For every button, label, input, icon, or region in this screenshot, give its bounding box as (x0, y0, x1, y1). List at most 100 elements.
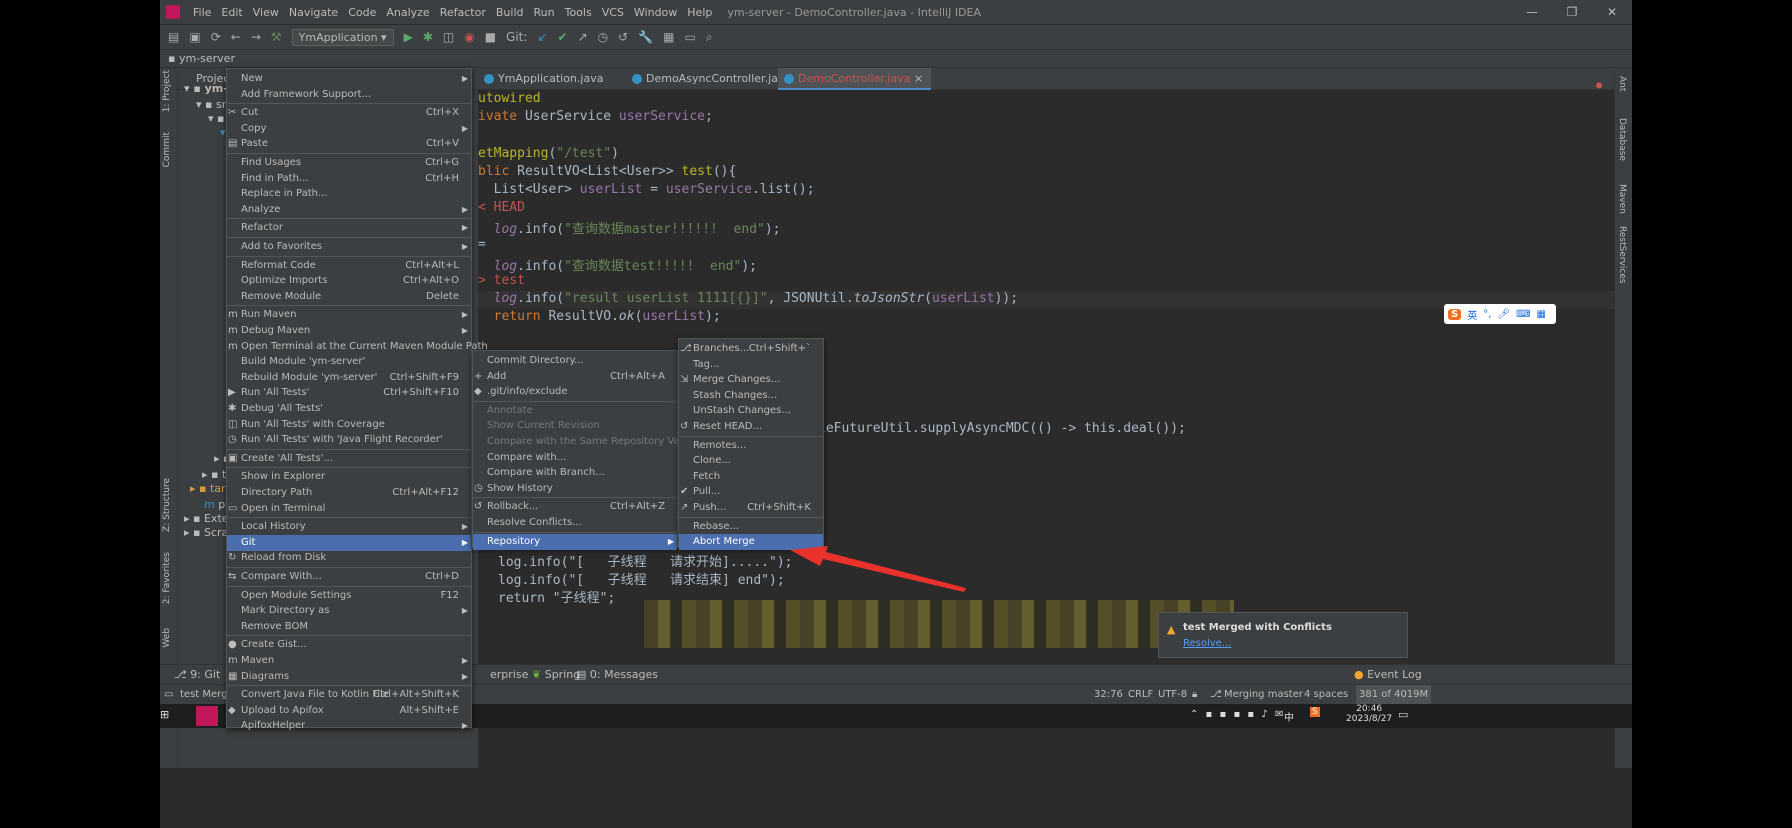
menu-item-debug-maven[interactable]: m Debug Maven ▶ (227, 323, 471, 339)
menu-item-reload-from-disk[interactable]: ↻ Reload from Disk (227, 550, 471, 566)
menu-file[interactable]: File (188, 6, 216, 19)
menu-item-run-all-tests[interactable]: ▶ Run 'All Tests' Ctrl+Shift+F10 (227, 385, 471, 401)
line-separator[interactable]: CRLF (1128, 685, 1153, 705)
menu-build[interactable]: Build (491, 6, 529, 19)
forward-icon[interactable]: → (251, 30, 261, 44)
tool-window-restservices[interactable]: RestServices (1617, 226, 1627, 284)
menu-item-open-terminal-at-the-current-maven-module-path[interactable]: m Open Terminal at the Current Maven Modu… (227, 339, 488, 355)
git-update-icon[interactable]: ↙ (537, 30, 547, 44)
tool-window-favorites[interactable]: 2: Favorites (162, 552, 172, 604)
back-icon[interactable]: ← (231, 30, 241, 44)
menu-window[interactable]: Window (629, 6, 682, 19)
menu-item-remove-bom[interactable]: Remove BOM (227, 619, 471, 635)
close-tab-icon[interactable]: × (914, 72, 923, 85)
close-icon[interactable]: ✕ (1592, 0, 1632, 24)
menu-item-open-module-settings[interactable]: Open Module Settings F12 (227, 588, 471, 604)
build-icon[interactable]: ⚒ (271, 30, 282, 44)
file-encoding[interactable]: UTF-8 (1158, 685, 1187, 705)
ime-toolbar[interactable]: S 英 °, 🎤︎ ⌨ ▦ (1444, 304, 1556, 324)
settings-icon[interactable]: 🔧 (638, 30, 653, 44)
structure-icon[interactable]: ▦ (663, 30, 674, 44)
tool-tab-spring[interactable]: ❦ Spring (532, 665, 580, 685)
menu-view[interactable]: View (248, 6, 284, 19)
rollback-icon[interactable]: ↺ (618, 30, 628, 44)
repo-menu-item-branches[interactable]: ⎇ Branches... Ctrl+Shift+` (679, 341, 823, 357)
menu-item-add-to-favorites[interactable]: Add to Favorites ▶ (227, 239, 471, 255)
memory-indicator[interactable]: 381 of 4019M (1356, 685, 1432, 705)
menu-item-git[interactable]: Git ▶ (227, 534, 471, 551)
menu-item-maven[interactable]: m Maven ▶ (227, 653, 471, 669)
menu-item-open-in-terminal[interactable]: ▭ Open in Terminal (227, 501, 471, 517)
menu-item-paste[interactable]: ▤ Paste Ctrl+V (227, 136, 471, 152)
repo-menu-item-reset-head[interactable]: ↺ Reset HEAD... (679, 419, 823, 435)
menu-help[interactable]: Help (682, 6, 717, 19)
tool-window-database[interactable]: Database (1617, 118, 1627, 161)
intellij-taskbar-icon[interactable] (196, 706, 218, 726)
tool-window-commit[interactable]: Commit (162, 132, 172, 167)
tool-tab-messages[interactable]: ▤ 0: Messages (576, 665, 658, 685)
menu-item-run-all-tests-with-java-flight-recorder[interactable]: ◷ Run 'All Tests' with 'Java Flight Recor… (227, 432, 471, 448)
repo-menu-item-stash-changes[interactable]: Stash Changes... (679, 388, 823, 404)
indent-setting[interactable]: 4 spaces (1304, 685, 1348, 705)
windows-start-icon[interactable]: ⊞ (160, 708, 169, 721)
sogou-tray-icon[interactable]: S (1310, 707, 1320, 717)
repo-menu-item-unstash-changes[interactable]: UnStash Changes... (679, 403, 823, 419)
menu-item-run-maven[interactable]: m Run Maven ▶ (227, 307, 471, 323)
repo-menu-item-push[interactable]: ↗ Push... Ctrl+Shift+K (679, 500, 823, 516)
repo-menu-item-tag[interactable]: Tag... (679, 357, 823, 373)
tab-democontroller[interactable]: DemoController.java × (778, 68, 932, 90)
menu-item-local-history[interactable]: Local History ▶ (227, 519, 471, 535)
notification-center-icon[interactable]: ▭ (1398, 708, 1408, 721)
minimize-icon[interactable]: — (1512, 0, 1552, 24)
resolve-link[interactable]: Resolve... (1183, 638, 1231, 649)
repo-menu-item-rebase[interactable]: Rebase... (679, 519, 823, 535)
menu-item-copy[interactable]: Copy ▶ (227, 121, 471, 137)
menu-item-apifoxhelper[interactable]: ApifoxHelper ▶ (227, 718, 471, 734)
menu-item-new[interactable]: New ▶ (227, 71, 471, 87)
git-branch-status[interactable]: Merging master (1224, 685, 1303, 705)
git-menu-item-commit-directory[interactable]: Commit Directory... (473, 353, 677, 369)
tool-window-project[interactable]: 1: Project (162, 70, 172, 112)
breadcrumb-project[interactable]: ym-server (179, 52, 235, 65)
menu-item-rebuild-module-ym-server[interactable]: Rebuild Module 'ym-server' Ctrl+Shift+F9 (227, 370, 471, 386)
tool-window-structure[interactable]: Z: Structure (162, 478, 172, 532)
tool-tab-git[interactable]: ⎇ 9: Git (174, 665, 220, 685)
clock[interactable]: 20:46 2023/8/27 (1346, 704, 1392, 724)
menu-vcs[interactable]: VCS (597, 6, 629, 19)
git-menu-item-compare-with[interactable]: Compare with... (473, 450, 677, 466)
menu-item-add-framework-support[interactable]: Add Framework Support... (227, 87, 471, 103)
git-menu-item-git-info-exclude[interactable]: ◆ .git/info/exclude (473, 384, 677, 400)
menu-item-create-gist[interactable]: ● Create Gist... (227, 637, 471, 653)
lock-icon[interactable]: 🔒︎ (1192, 685, 1197, 705)
menu-item-show-in-explorer[interactable]: Show in Explorer (227, 469, 471, 485)
search-icon[interactable]: ⌕ (706, 30, 713, 45)
menu-analyze[interactable]: Analyze (381, 6, 434, 19)
save-icon[interactable]: ▣ (189, 30, 200, 44)
debug-icon[interactable]: ✱ (423, 30, 433, 44)
git-menu-item-repository[interactable]: Repository ▶ (473, 533, 677, 550)
run-config-select[interactable]: YmApplication ▾ (291, 28, 394, 46)
menu-item-find-usages[interactable]: Find Usages Ctrl+G (227, 155, 471, 171)
coverage-icon[interactable]: ◫ (443, 30, 454, 44)
git-menu-item-rollback[interactable]: ↺ Rollback... Ctrl+Alt+Z (473, 499, 677, 515)
menu-item-create-all-tests[interactable]: ▣ Create 'All Tests'... (227, 451, 471, 467)
repo-menu-item-pull[interactable]: ✔ Pull... (679, 484, 823, 500)
menu-run[interactable]: Run (529, 6, 560, 19)
caret-position[interactable]: 32:76 (1094, 685, 1123, 705)
menu-item-mark-directory-as[interactable]: Mark Directory as ▶ (227, 603, 471, 619)
keyboard-icon[interactable]: ⌨ (1516, 309, 1530, 320)
punctuation-icon[interactable]: °, (1483, 309, 1491, 320)
git-commit-icon[interactable]: ✔ (558, 30, 568, 44)
menu-item-diagrams[interactable]: ▦ Diagrams ▶ (227, 669, 471, 685)
menu-item-convert-java-file-to-kotlin-file[interactable]: Convert Java File to Kotlin File Ctrl+Alt… (227, 687, 471, 703)
menu-item-remove-module[interactable]: Remove Module Delete (227, 289, 471, 305)
terminal-icon[interactable]: ▭ (684, 30, 695, 44)
repo-menu-item-remotes[interactable]: Remotes... (679, 438, 823, 454)
git-menu-item-add[interactable]: + Add Ctrl+Alt+A (473, 369, 677, 385)
history-icon[interactable]: ◷ (598, 30, 608, 44)
repo-menu-item-clone[interactable]: Clone... (679, 453, 823, 469)
menu-refactor[interactable]: Refactor (435, 6, 491, 19)
repo-menu-item-fetch[interactable]: Fetch (679, 469, 823, 485)
menu-item-optimize-imports[interactable]: Optimize Imports Ctrl+Alt+O (227, 273, 471, 289)
menu-item-refactor[interactable]: Refactor ▶ (227, 220, 471, 236)
